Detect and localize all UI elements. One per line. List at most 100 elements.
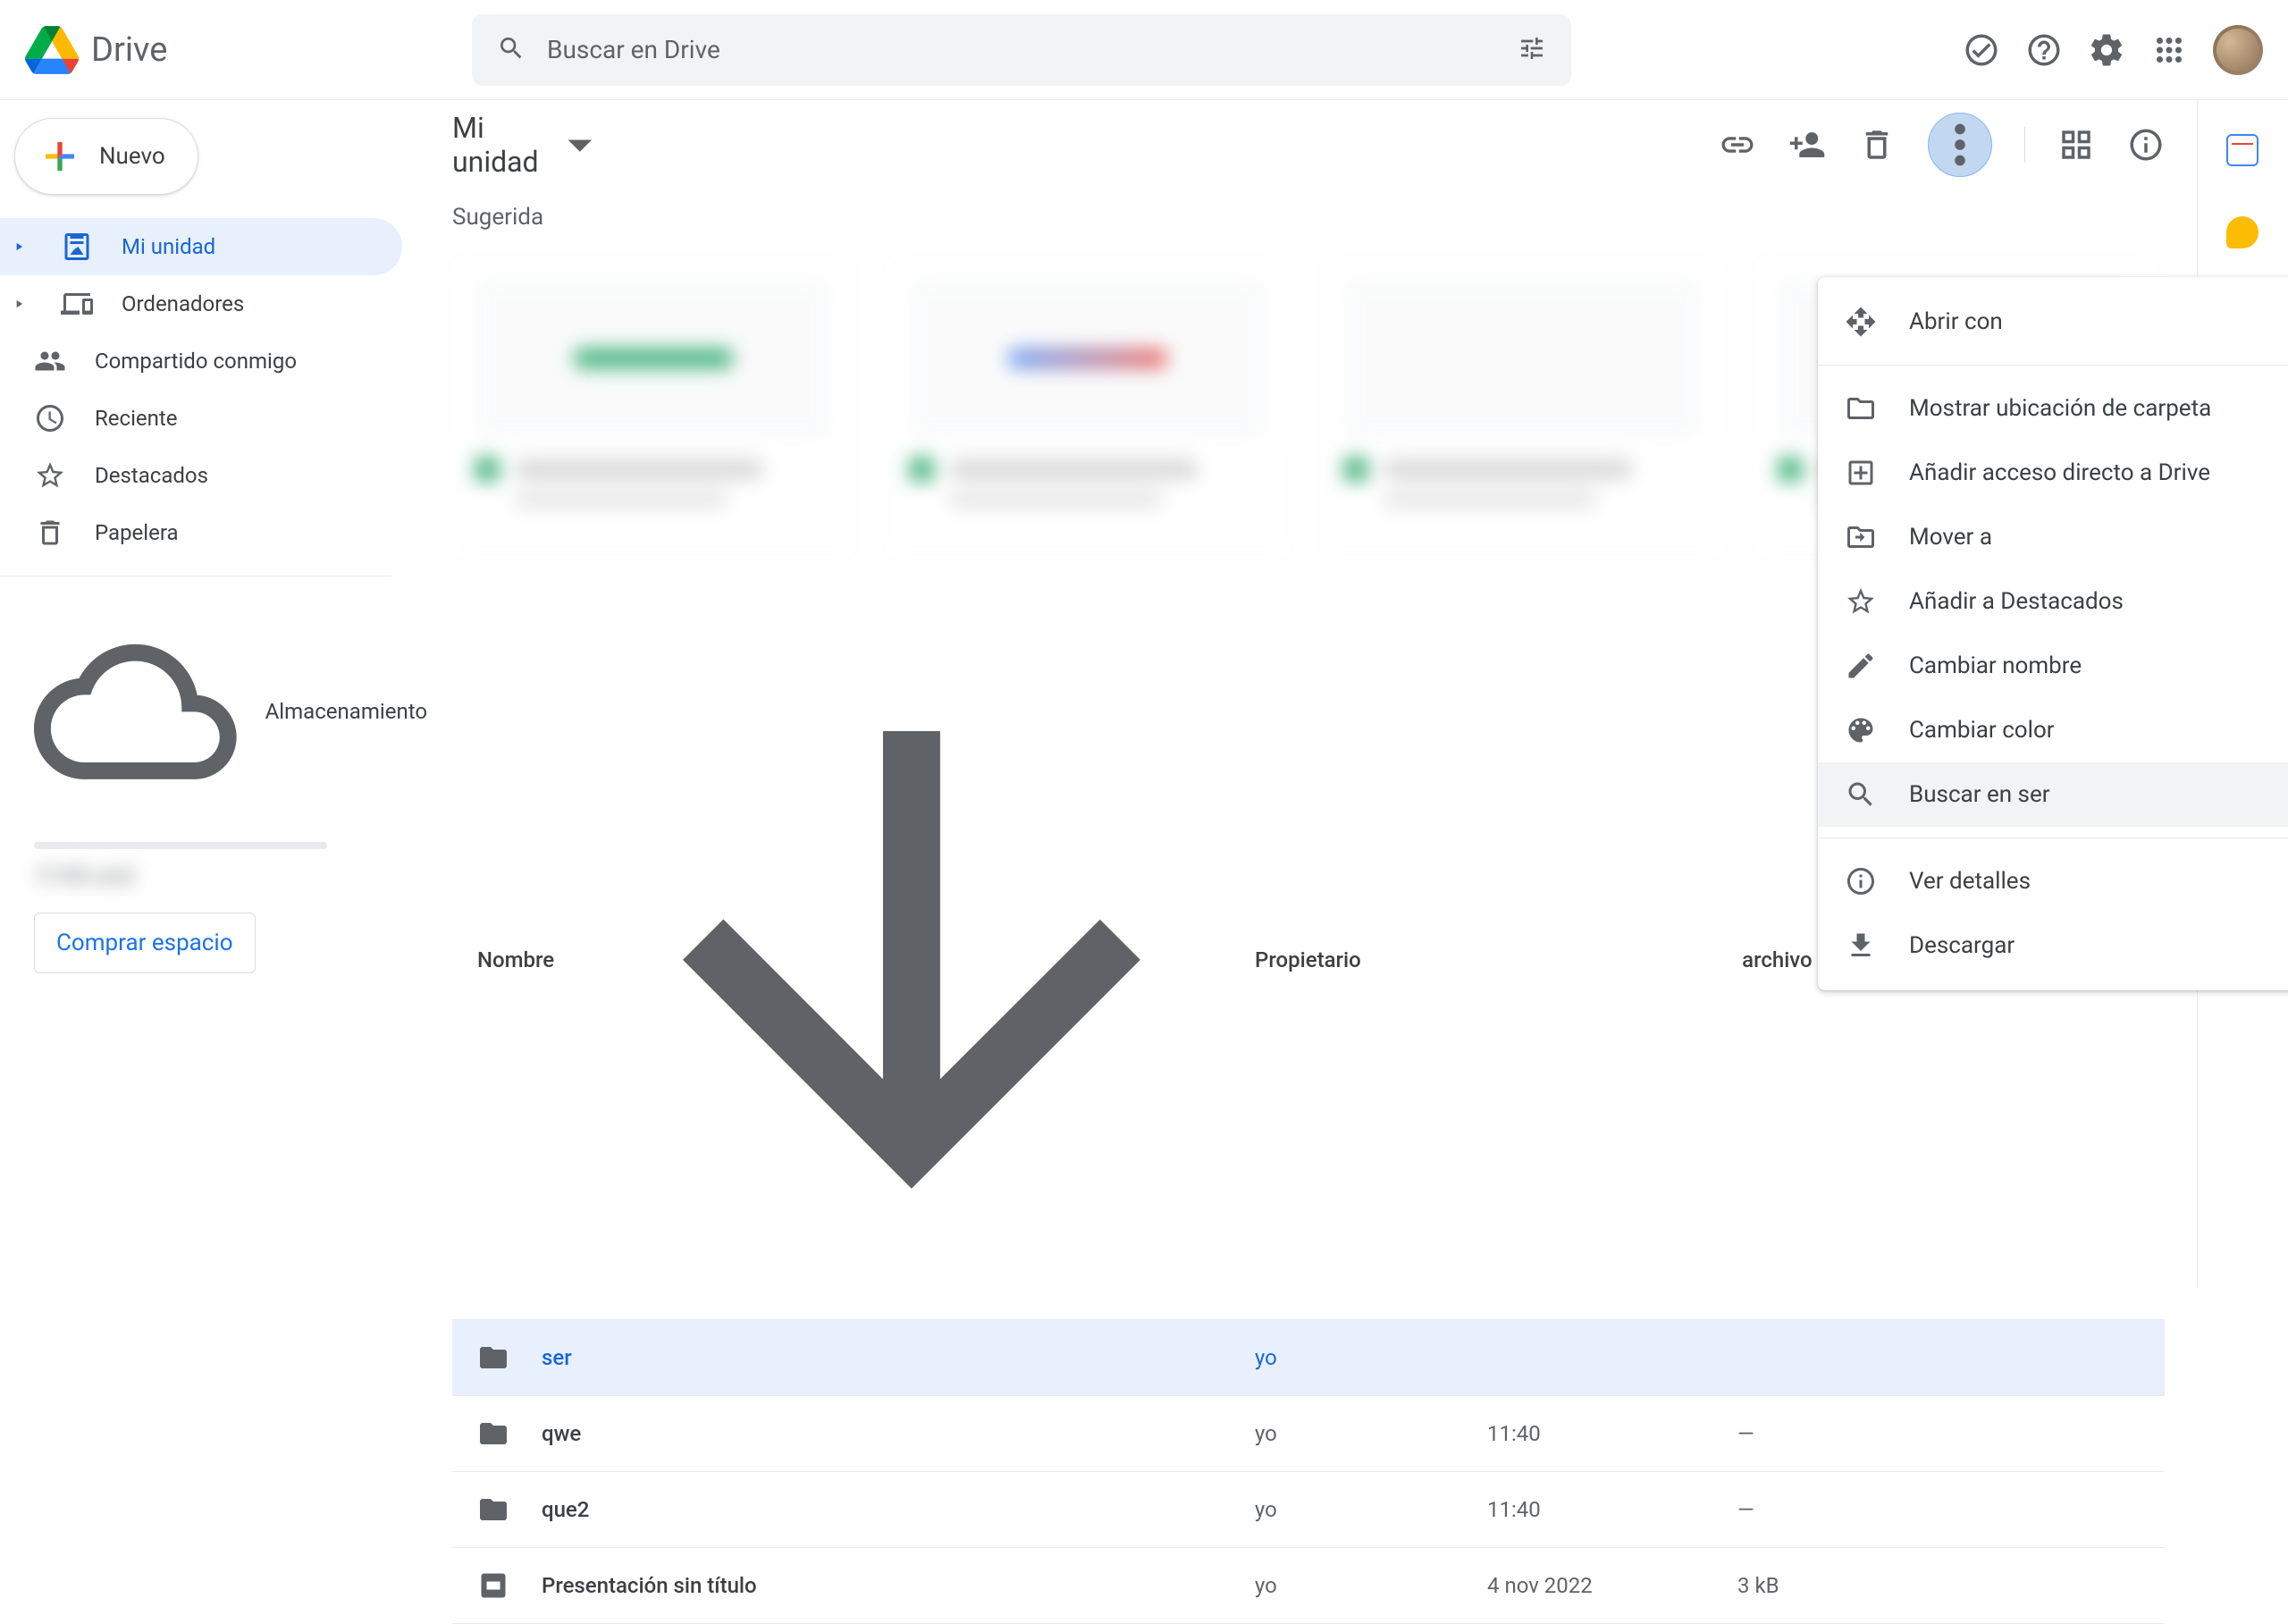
keep-app-icon[interactable] <box>2226 216 2259 248</box>
info-icon <box>1845 865 1877 897</box>
computers-icon <box>61 288 93 320</box>
size-cell: 3 kB <box>1737 1573 1779 1598</box>
folder-icon <box>477 1342 509 1374</box>
trash-icon <box>34 517 66 549</box>
sidebar-item-starred[interactable]: Destacados <box>0 447 402 504</box>
header: Drive <box>0 0 2288 100</box>
owner-cell: yo <box>1255 1573 1487 1598</box>
owner-cell: yo <box>1255 1345 1487 1370</box>
suggested-card[interactable] <box>887 256 1289 558</box>
star-icon <box>34 459 66 492</box>
help-icon[interactable] <box>2025 31 2063 69</box>
open-with-icon <box>1845 306 1877 338</box>
logo-section[interactable]: Drive <box>25 25 445 75</box>
suggested-card[interactable] <box>1321 256 1723 558</box>
menu-label: Añadir a Destacados <box>1909 588 2124 615</box>
menu-open-with[interactable]: Abrir con <box>1818 290 2288 354</box>
size-cell: — <box>1737 1421 1754 1446</box>
menu-search-in[interactable]: Buscar en ser <box>1818 762 2288 827</box>
toolbar <box>1719 113 2165 177</box>
drive-icon <box>61 231 93 263</box>
menu-change-color[interactable]: Cambiar color <box>1818 698 2288 762</box>
delete-icon[interactable] <box>1858 126 1896 164</box>
file-name: qwe <box>542 1421 581 1446</box>
table-row[interactable]: que2 yo 11:40 — <box>452 1472 2165 1548</box>
search-icon <box>497 34 526 66</box>
sidebar-label: Compartido conmigo <box>95 349 297 374</box>
more-actions-icon[interactable] <box>1928 113 1992 177</box>
menu-label: Buscar en ser <box>1909 781 2050 808</box>
sidebar-label: Ordenadores <box>122 291 244 316</box>
get-link-icon[interactable] <box>1719 126 1756 164</box>
table-row[interactable]: Presentación sin título yo 4 nov 2022 3 … <box>452 1548 2165 1624</box>
account-avatar[interactable] <box>2213 25 2263 75</box>
search-input[interactable] <box>547 35 1518 64</box>
menu-download[interactable]: Descargar <box>1818 913 2288 978</box>
folder-icon <box>477 1494 509 1526</box>
modified-cell: 4 nov 2022 <box>1487 1573 1737 1598</box>
header-name-label: Nombre <box>477 947 554 972</box>
move-icon <box>1845 521 1877 553</box>
shortcut-icon <box>1845 457 1877 489</box>
folder-icon <box>477 1418 509 1450</box>
palette-icon <box>1845 714 1877 746</box>
sidebar-item-shared[interactable]: Compartido conmigo <box>0 332 402 390</box>
divider <box>1818 837 2288 838</box>
file-name: Presentación sin título <box>542 1573 757 1598</box>
file-name: que2 <box>542 1497 589 1522</box>
suggested-heading: Sugerida <box>452 204 2165 231</box>
breadcrumb[interactable]: Mi unidad <box>452 111 608 179</box>
edit-icon <box>1845 650 1877 682</box>
shared-icon <box>34 345 66 377</box>
recent-icon <box>34 402 66 434</box>
sort-arrow-icon <box>568 617 1255 1303</box>
table-row[interactable]: qwe yo 11:40 — <box>452 1396 2165 1472</box>
storage-bar <box>34 842 327 849</box>
details-icon[interactable] <box>2127 126 2165 164</box>
menu-add-shortcut[interactable]: Añadir acceso directo a Drive <box>1818 441 2288 505</box>
storage-label: Almacenamiento <box>265 699 427 724</box>
new-button-label: Nuevo <box>99 143 165 170</box>
app-name: Drive <box>91 30 167 70</box>
sidebar-item-computers[interactable]: Ordenadores <box>0 275 402 332</box>
grid-view-icon[interactable] <box>2057 126 2095 164</box>
main-content: Mi unidad Sugerida Nombre <box>427 100 2197 1287</box>
modified-cell: 11:40 <box>1487 1421 1737 1446</box>
menu-view-details[interactable]: Ver detalles <box>1818 849 2288 913</box>
search-bar[interactable] <box>472 14 1571 86</box>
sidebar-label: Destacados <box>95 463 208 488</box>
menu-move-to[interactable]: Mover a <box>1818 505 2288 569</box>
sidebar-item-recent[interactable]: Reciente <box>0 390 402 447</box>
menu-show-location[interactable]: Mostrar ubicación de carpeta <box>1818 376 2288 441</box>
sidebar-item-trash[interactable]: Papelera <box>0 504 402 561</box>
slides-icon <box>477 1569 509 1602</box>
search-tune-icon[interactable] <box>1518 34 1546 66</box>
header-owner[interactable]: Propietario <box>1255 947 1487 972</box>
owner-cell: yo <box>1255 1497 1487 1522</box>
suggested-card[interactable] <box>452 256 854 558</box>
menu-rename[interactable]: Cambiar nombre <box>1818 634 2288 698</box>
sidebar-item-storage[interactable]: Almacenamiento <box>34 598 427 826</box>
new-button[interactable]: Nuevo <box>14 118 198 195</box>
cloud-icon <box>34 610 237 813</box>
buy-storage-button[interactable]: Comprar espacio <box>34 913 256 973</box>
expand-icon <box>13 240 25 253</box>
menu-add-starred[interactable]: Añadir a Destacados <box>1818 569 2288 634</box>
sidebar-label: Papelera <box>95 520 179 545</box>
settings-icon[interactable] <box>2088 31 2125 69</box>
modified-cell: 11:40 <box>1487 1497 1737 1522</box>
header-name[interactable]: Nombre <box>477 617 1255 1303</box>
share-icon[interactable] <box>1788 126 1826 164</box>
plus-icon <box>38 135 81 178</box>
drive-logo-icon <box>25 25 79 75</box>
folder-outline-icon <box>1845 392 1877 425</box>
sidebar-label: Mi unidad <box>122 234 215 259</box>
apps-icon[interactable] <box>2150 31 2188 69</box>
table-row[interactable]: ser yo <box>452 1320 2165 1396</box>
search-icon <box>1845 778 1877 811</box>
download-icon <box>1845 930 1877 962</box>
offline-ready-icon[interactable] <box>1963 31 2000 69</box>
sidebar-item-mydrive[interactable]: Mi unidad <box>0 218 402 275</box>
calendar-app-icon[interactable] <box>2226 134 2259 166</box>
menu-label: Ver detalles <box>1909 868 2031 895</box>
